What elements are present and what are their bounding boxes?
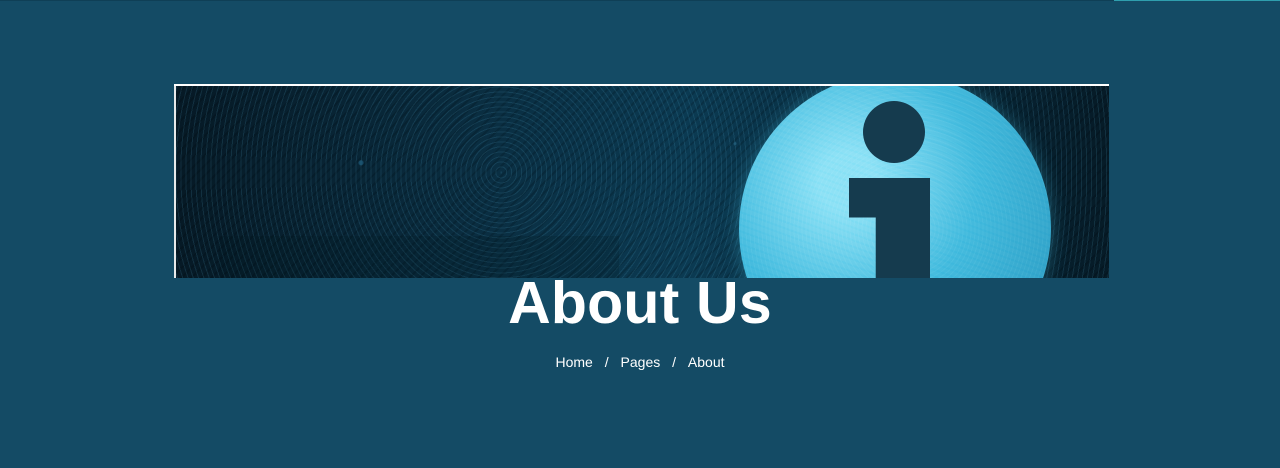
top-accent-line <box>1114 0 1280 1</box>
breadcrumb-link-home[interactable]: Home <box>556 354 593 370</box>
info-icon-dot <box>863 101 925 163</box>
breadcrumb-item-pages[interactable]: Pages <box>621 353 661 371</box>
breadcrumb-link-pages[interactable]: Pages <box>621 354 661 370</box>
breadcrumb-item-home[interactable]: Home <box>556 353 593 371</box>
banner-left-edge <box>174 86 176 278</box>
breadcrumb-separator: / <box>604 354 609 370</box>
page-top-border <box>0 0 1280 1</box>
breadcrumb-current-about: About <box>687 354 725 370</box>
breadcrumb-separator: / <box>672 354 677 370</box>
about-banner-image <box>174 84 1109 278</box>
info-icon-stem <box>849 178 930 278</box>
breadcrumb: Home / Pages / About <box>0 353 1280 371</box>
breadcrumb-item-about: About <box>688 353 725 371</box>
page-title: About Us <box>508 270 772 336</box>
info-icon <box>739 86 1051 278</box>
